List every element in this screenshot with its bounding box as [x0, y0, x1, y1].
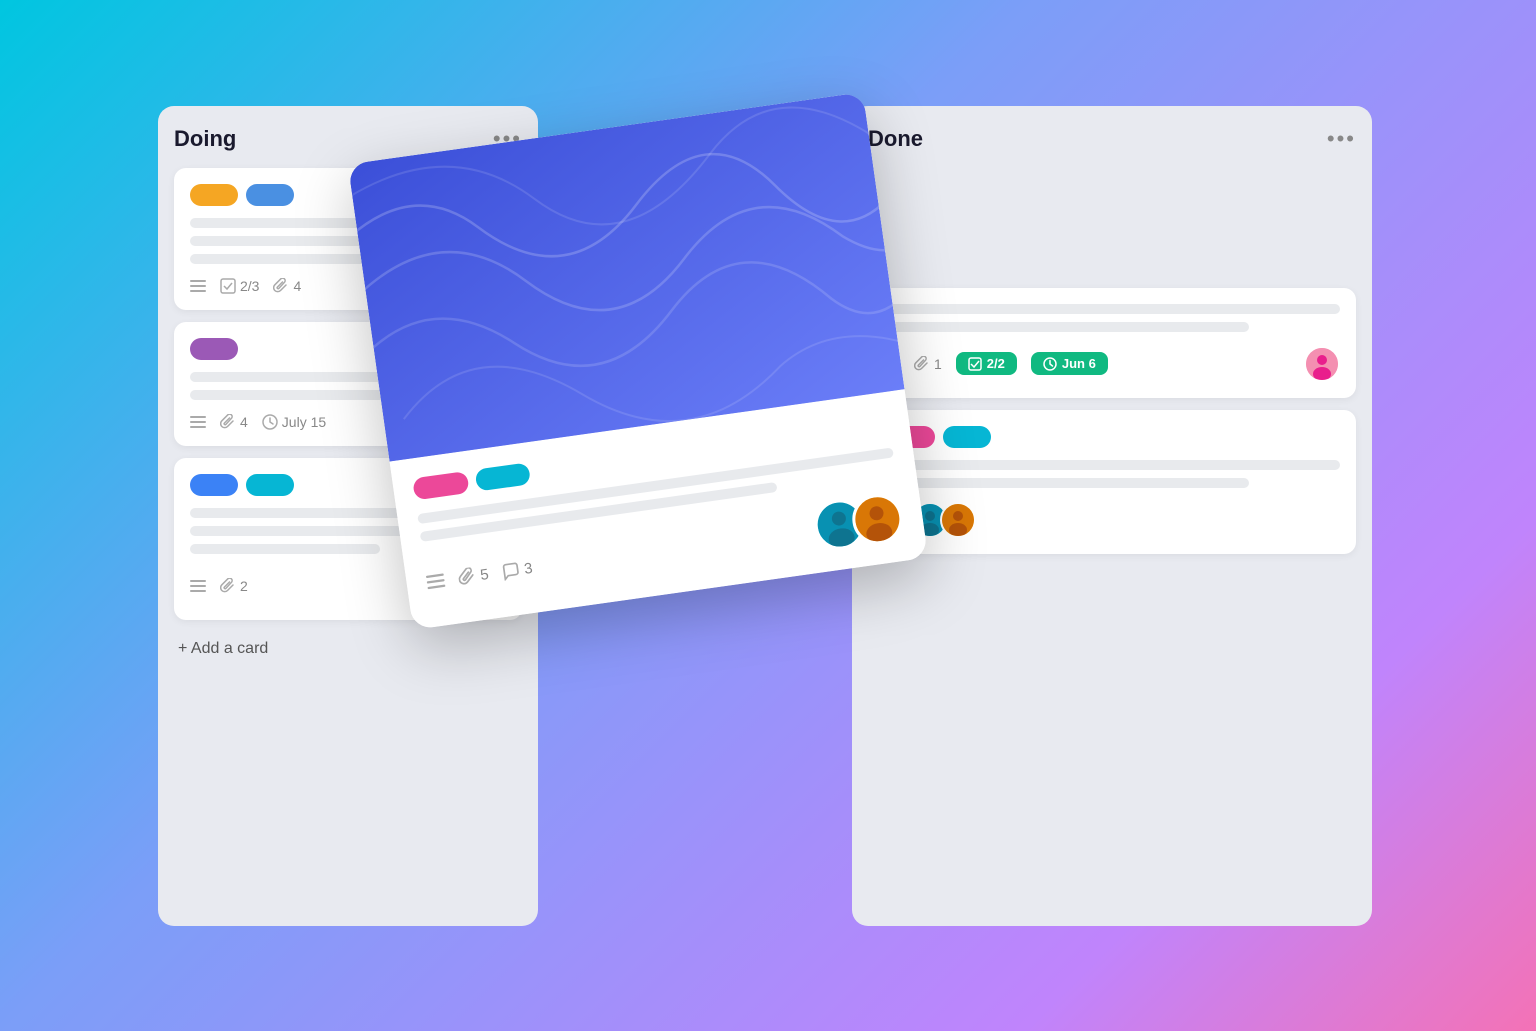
attachment-icon-done1: 1	[914, 356, 942, 372]
done-avatar-4	[940, 502, 976, 538]
done-card-2-line-1	[884, 460, 1340, 470]
checklist-badge-text: 2/2	[987, 356, 1005, 371]
tag-purple	[190, 338, 238, 360]
floating-attachment-icon: 5	[457, 564, 490, 586]
tag-yellow	[190, 184, 238, 206]
doing-column-title: Doing	[174, 126, 236, 152]
floating-comment-icon: 3	[501, 558, 534, 580]
floating-card-avatars	[811, 490, 905, 552]
add-card-button[interactable]: + Add a card	[174, 632, 522, 666]
floating-tag-cyan	[474, 462, 531, 491]
done-card-1-footer: 1 2/2 Jun 6	[884, 346, 1340, 382]
done-card-2-line-2	[884, 478, 1249, 488]
done-card-1[interactable]: 1 2/2 Jun 6	[868, 288, 1356, 398]
add-card-label: + Add a card	[178, 640, 268, 658]
floating-attachment-count: 5	[479, 565, 490, 583]
attachment-count-2: 4	[240, 414, 248, 430]
tag-blue-dark	[190, 474, 238, 496]
done-column-menu[interactable]: •••	[1327, 126, 1356, 152]
tag-blue	[246, 184, 294, 206]
done-column: Done ••• 1 2/2	[852, 106, 1372, 926]
floating-tag-pink	[412, 470, 469, 499]
board-container: Doing ••• 2/3	[118, 66, 1418, 966]
tag-cyan	[246, 474, 294, 496]
card-2-date: July 15	[282, 414, 326, 430]
floating-card: 5 3	[348, 92, 928, 630]
date-icon: July 15	[262, 414, 326, 430]
attachment-count-3: 2	[240, 578, 248, 594]
list-icon-3	[190, 578, 206, 594]
checklist-icon: 2/3	[220, 278, 259, 294]
tag-cyan-done	[943, 426, 991, 448]
list-icon-2	[190, 414, 206, 430]
done-card-1-line-1	[884, 304, 1340, 314]
done-card-2-tags	[884, 426, 1340, 448]
attachment-count: 4	[293, 278, 301, 294]
done-card-2[interactable]	[868, 410, 1356, 554]
floating-list-icon	[426, 571, 446, 591]
checklist-badge: 2/2	[956, 352, 1017, 375]
list-icon	[190, 278, 206, 294]
done-avatar-1	[1304, 346, 1340, 382]
attachment-icon-3: 2	[220, 578, 248, 594]
attachment-icon: 4	[273, 278, 301, 294]
date-badge-text: Jun 6	[1062, 356, 1096, 371]
done-column-title: Done	[868, 126, 923, 152]
done-card-1-line-2	[884, 322, 1249, 332]
done-card-1-avatars	[1304, 346, 1340, 382]
done-card-2-footer	[884, 502, 1340, 538]
floating-comment-count: 3	[523, 559, 534, 577]
done-column-header: Done •••	[868, 126, 1356, 152]
date-badge: Jun 6	[1031, 352, 1108, 375]
checklist-count: 2/3	[240, 278, 259, 294]
card-3-line-3	[190, 544, 380, 554]
done1-attachment: 1	[934, 356, 942, 372]
card-1-line-3	[190, 254, 380, 264]
done-spacer	[868, 168, 1356, 288]
attachment-icon-2: 4	[220, 414, 248, 430]
